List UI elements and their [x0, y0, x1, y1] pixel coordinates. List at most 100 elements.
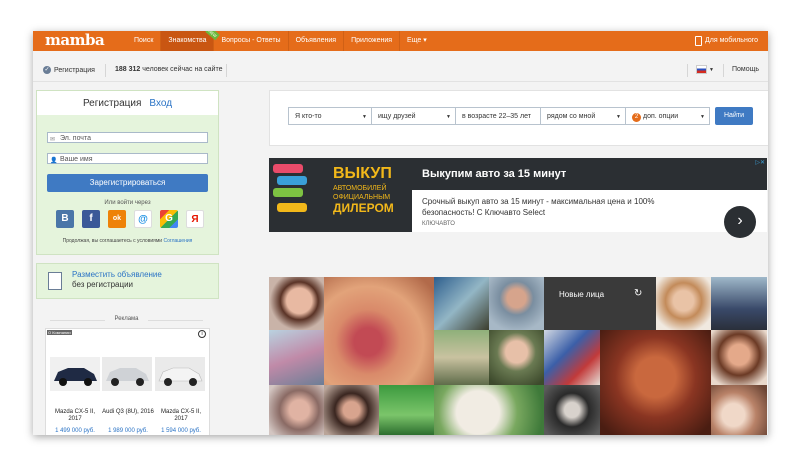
- language-selector[interactable]: ▼: [696, 65, 714, 74]
- nav-more[interactable]: Еще ▾: [400, 31, 434, 51]
- location-value: рядом со мной: [547, 113, 596, 120]
- profile-photo[interactable]: [489, 277, 544, 330]
- nav-ads[interactable]: Объявления: [289, 31, 344, 51]
- adchoices-icon[interactable]: ▷✕: [755, 159, 765, 166]
- divider: [723, 64, 724, 77]
- mail-icon: ✉: [50, 137, 56, 143]
- car-price: 1 499 000 руб.: [55, 428, 95, 434]
- profile-photo[interactable]: [711, 385, 767, 435]
- profile-photo[interactable]: [379, 385, 434, 435]
- terms-link[interactable]: Соглашения: [163, 238, 192, 244]
- post-ad-line2: без регистрации: [72, 280, 134, 289]
- car-name: Audi Q3 (8U), 2016: [102, 409, 154, 415]
- divider: [105, 64, 106, 77]
- profile-photo[interactable]: [269, 330, 324, 385]
- tab-register[interactable]: Регистрация: [83, 98, 141, 109]
- profile-photo[interactable]: [544, 385, 600, 435]
- status-bar: ✓ Регистрация 188 312 человек сейчас на …: [33, 59, 768, 82]
- chevron-down-icon: ▼: [709, 66, 714, 73]
- profile-photo[interactable]: [269, 277, 324, 330]
- gender-select[interactable]: Я кто-то ▼: [288, 107, 372, 125]
- name-field[interactable]: 👤 Ваше имя: [47, 153, 208, 164]
- ad-brand: О Компании: [47, 330, 72, 335]
- mailru-icon[interactable]: @: [134, 210, 152, 228]
- profile-photo[interactable]: [434, 330, 489, 385]
- online-counter: 188 312 человек сейчас на сайте: [115, 66, 223, 73]
- ad-section-label: Реклама: [36, 316, 217, 322]
- help-link[interactable]: Помощь: [732, 66, 759, 73]
- profile-photo[interactable]: [544, 330, 600, 385]
- register-link[interactable]: ✓ Регистрация: [43, 66, 95, 74]
- name-placeholder: Ваше имя: [60, 156, 93, 163]
- chevron-right-icon[interactable]: ›: [724, 206, 756, 238]
- profile-photo[interactable]: [711, 330, 767, 385]
- profile-photo[interactable]: [324, 277, 434, 385]
- chevron-down-icon: ▼: [616, 114, 621, 120]
- car-image-1[interactable]: [50, 357, 100, 391]
- car-name: Mazda CX-5 II, 2017: [160, 409, 201, 422]
- profile-photo[interactable]: [489, 330, 544, 385]
- chevron-down-icon: ▼: [700, 114, 705, 120]
- top-navigation: mamba Поиск Знакомства NEW Вопросы - Отв…: [33, 31, 768, 51]
- mamba-logo[interactable]: mamba: [45, 32, 105, 49]
- google-icon[interactable]: G: [160, 210, 178, 228]
- online-count: 188 312: [115, 66, 141, 73]
- user-icon: 👤: [50, 158, 58, 164]
- nav-dating[interactable]: Знакомства NEW: [161, 31, 221, 51]
- profile-photo[interactable]: [600, 330, 711, 435]
- photo-grid: Новые лица ↻: [269, 277, 767, 435]
- banner-description: Срочный выкуп авто за 15 минут - максима…: [422, 197, 655, 217]
- find-button[interactable]: Найти: [715, 107, 753, 125]
- profile-photo[interactable]: [269, 385, 324, 435]
- chevron-down-icon: ▼: [362, 114, 367, 120]
- social-login-buttons: В f ok @ G Я: [56, 210, 204, 228]
- flag-ru-icon: [696, 65, 707, 74]
- tab-login[interactable]: Вход: [149, 98, 172, 109]
- nav-apps[interactable]: Приложения: [344, 31, 399, 51]
- profile-photo[interactable]: [434, 385, 544, 435]
- nav-dating-label: Знакомства: [168, 37, 207, 44]
- location-select[interactable]: рядом со мной ▼: [540, 107, 626, 125]
- car-image-2[interactable]: [102, 357, 152, 391]
- car-thumb: [273, 164, 303, 173]
- register-button[interactable]: Зарегистрироваться: [47, 174, 208, 192]
- banner-title: ВЫКУП: [333, 165, 392, 182]
- odnoklassniki-icon[interactable]: ok: [108, 210, 126, 228]
- nav-search[interactable]: Поиск: [127, 31, 160, 51]
- post-ad-text: Разместить объявление без регистрации: [72, 270, 162, 290]
- car-image-3[interactable]: [155, 357, 205, 391]
- profile-photo[interactable]: [656, 277, 711, 330]
- car-price: 1 989 000 руб.: [108, 428, 148, 434]
- register-label: Регистрация: [54, 66, 95, 74]
- new-faces-tile[interactable]: Новые лица ↻: [544, 277, 656, 330]
- extra-options-select[interactable]: 2 доп. опции ▼: [625, 107, 710, 125]
- car-thumb: [277, 176, 307, 185]
- document-icon: [48, 272, 62, 290]
- goal-select[interactable]: ищу друзей ▼: [371, 107, 456, 125]
- age-value: в возрасте 22–35 лет: [462, 113, 531, 120]
- banner-source: КЛЮЧАВТО: [422, 221, 455, 227]
- profile-photo[interactable]: [324, 385, 379, 435]
- age-select[interactable]: в возрасте 22–35 лет: [455, 107, 541, 125]
- car-thumb: [277, 203, 307, 212]
- mobile-label: Для мобильного: [705, 37, 758, 44]
- browser-viewport: mamba Поиск Знакомства NEW Вопросы - Отв…: [33, 31, 768, 435]
- mobile-link[interactable]: Для мобильного: [695, 31, 758, 51]
- gender-value: Я кто-то: [295, 113, 322, 120]
- profile-photo[interactable]: [711, 277, 767, 330]
- vk-icon[interactable]: В: [56, 210, 74, 228]
- goal-value: ищу друзей: [378, 113, 416, 120]
- nav-questions[interactable]: Вопросы - Ответы: [214, 31, 287, 51]
- post-ad-line1: Разместить объявление: [72, 270, 162, 279]
- email-field[interactable]: ✉ Эл. почта: [47, 132, 208, 143]
- yandex-icon[interactable]: Я: [186, 210, 204, 228]
- ad-banner[interactable]: ВЫКУП АВТОМОБИЛЕЙ ОФИЦИАЛЬНЫМ ДИЛЕРОМ Вы…: [269, 158, 767, 238]
- car-ad-block[interactable]: О Компании i Mazda CX-5 II, 2017 Audi Q3…: [45, 328, 210, 435]
- facebook-icon[interactable]: f: [82, 210, 100, 228]
- info-icon[interactable]: i: [198, 330, 206, 338]
- refresh-icon[interactable]: ↻: [634, 288, 642, 299]
- options-label: доп. опции: [643, 113, 679, 120]
- profile-photo[interactable]: [434, 277, 489, 330]
- post-ad-button[interactable]: Разместить объявление без регистрации: [36, 263, 219, 299]
- banner-dealer: ДИЛЕРОМ: [333, 201, 394, 215]
